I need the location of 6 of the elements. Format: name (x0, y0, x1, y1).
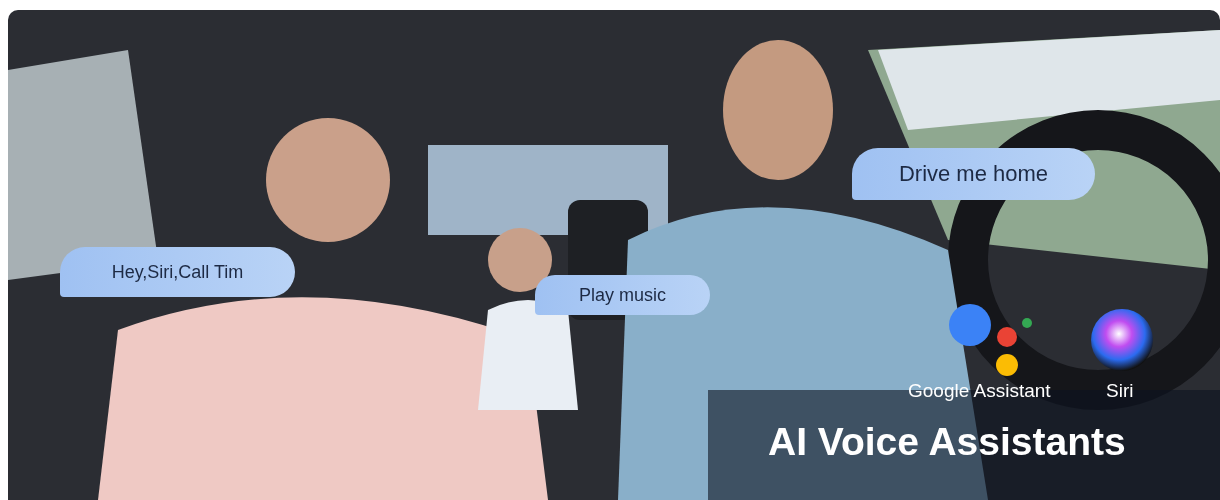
speech-bubble: Hey,Siri,Call Tim (60, 247, 295, 297)
speech-bubble: Play music (535, 275, 710, 315)
assistant-label: Siri (1106, 380, 1134, 402)
assistant-label: Google Assistant (908, 380, 1051, 402)
speech-bubble: Drive me home (852, 148, 1095, 200)
headline: AI Voice Assistants (768, 420, 1126, 464)
